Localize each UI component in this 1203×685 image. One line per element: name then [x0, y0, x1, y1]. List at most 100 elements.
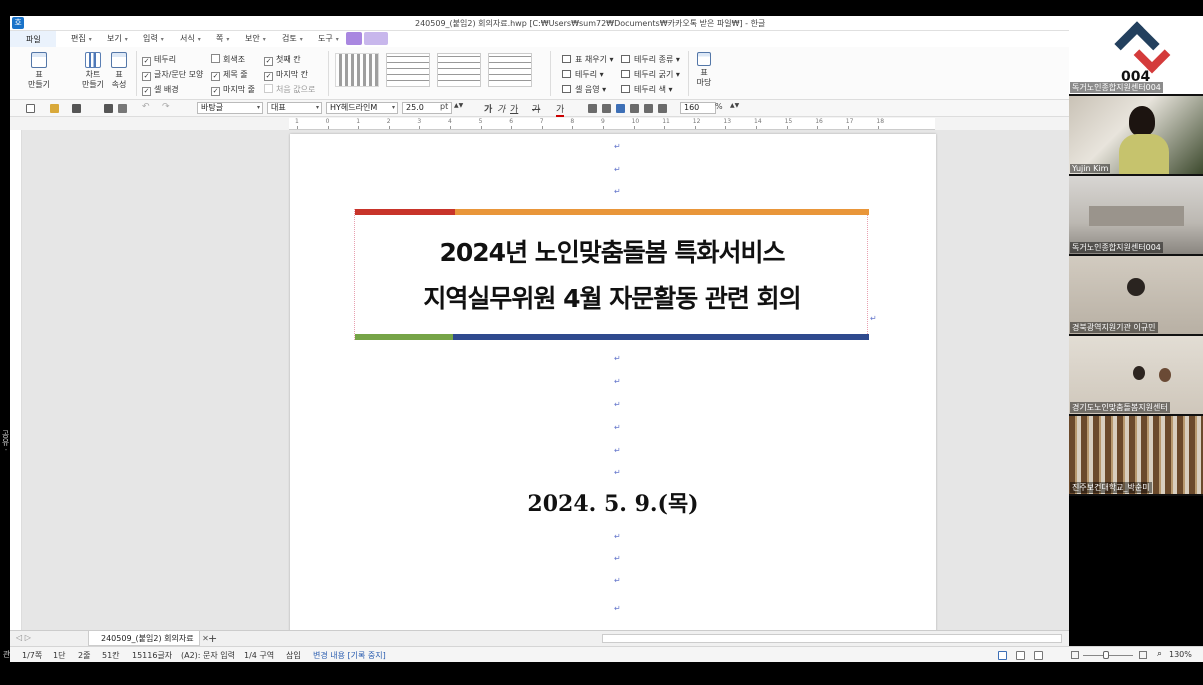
- horizontal-scrollbar[interactable]: [602, 634, 1062, 643]
- zoom-thumb[interactable]: [1103, 651, 1109, 659]
- table-style-grid-2[interactable]: [437, 53, 481, 87]
- table-style-grid-3[interactable]: [488, 53, 532, 87]
- underline-button[interactable]: 가: [510, 102, 518, 115]
- title-line-1[interactable]: 2024년 노인맞춤돌봄 특화서비스: [355, 233, 869, 269]
- border-weight-button[interactable]: 테두리 굵기 ▾: [621, 69, 680, 80]
- strike-button[interactable]: 가: [532, 102, 540, 115]
- video-tile[interactable]: 004 독거노인종합지원센터004: [1069, 16, 1203, 94]
- table-make-button[interactable]: 표 만들기: [24, 52, 54, 90]
- video-tile[interactable]: 진주보건대학교_박순미: [1069, 416, 1203, 494]
- view-normal-icon[interactable]: [998, 651, 1007, 660]
- table-fill-button[interactable]: 표 채우기 ▾: [562, 54, 614, 65]
- redo-icon[interactable]: ↷: [162, 102, 170, 112]
- table-style-grid-1[interactable]: [386, 53, 430, 87]
- menu-bar: 파일 편집 ▾ 보기 ▾ 입력 ▾ 서식 ▾ 쪽 ▾ 보안 ▾ 검토 ▾ 도구 ▾: [10, 31, 1069, 47]
- ruler-tick-label: 1: [356, 118, 361, 125]
- new-doc-icon[interactable]: [26, 104, 35, 113]
- cell-shade-button[interactable]: 셀 음영 ▾: [562, 84, 606, 95]
- align-center-icon[interactable]: [616, 104, 625, 113]
- status-track-changes[interactable]: 변경 내용 [기록 중지]: [313, 650, 386, 661]
- script-select[interactable]: 대표 ▾: [267, 102, 322, 114]
- italic-button[interactable]: 가: [497, 102, 505, 115]
- spacing-stepper[interactable]: ▲▼: [730, 102, 739, 109]
- hancom-app-icon[interactable]: 호: [12, 17, 24, 29]
- table-margin-button[interactable]: 표 마당: [693, 52, 715, 88]
- open-folder-icon[interactable]: [50, 104, 59, 113]
- menu-insert[interactable]: 입력 ▾: [143, 33, 164, 44]
- align-justify-icon[interactable]: [588, 104, 597, 113]
- line-spacing-input[interactable]: 160: [680, 102, 716, 114]
- chevron-down-icon: ▾: [88, 36, 92, 43]
- video-tile[interactable]: Yujin Kim: [1069, 96, 1203, 174]
- meeting-date[interactable]: 2024. 5. 9.(목): [290, 486, 936, 518]
- checkbox-icon: ✓: [211, 72, 220, 81]
- preview-icon[interactable]: [118, 104, 127, 113]
- paragraph-mark: ↵: [614, 576, 621, 585]
- print-icon[interactable]: [104, 104, 113, 113]
- table-style-plain[interactable]: [335, 53, 379, 87]
- check-first-col[interactable]: ✓ 첫째 칸: [264, 54, 301, 66]
- check-border[interactable]: ✓ 테두리: [142, 54, 176, 66]
- table-design-tab-icon[interactable]: [346, 32, 362, 45]
- style-select[interactable]: 바탕글 ▾: [197, 102, 263, 114]
- title-table[interactable]: 2024년 노인맞춤돌봄 특화서비스 지역실무위원 4월 자문활동 관련 회의: [354, 209, 869, 340]
- check-last-row[interactable]: ✓ 마지막 줄: [211, 84, 255, 96]
- menu-format[interactable]: 서식 ▾: [180, 33, 201, 44]
- menu-tools[interactable]: 도구 ▾: [318, 33, 339, 44]
- document-area[interactable]: ↵ ↵ ↵ 2024년 노인맞춤돌봄 특화서비스 지역실무위원 4월 자문활동 …: [22, 130, 1069, 630]
- menu-page[interactable]: 쪽 ▾: [216, 33, 229, 44]
- menu-edit[interactable]: 편집 ▾: [71, 33, 92, 44]
- chart-make-button[interactable]: 차트 만들기: [78, 52, 108, 90]
- checkbox-icon: ✓: [142, 87, 151, 96]
- ruler-tick-label: 8: [570, 118, 575, 125]
- align-distribute-icon[interactable]: [644, 104, 653, 113]
- video-tile[interactable]: 경북광역지원기관 이규민: [1069, 256, 1203, 334]
- fit-width-icon[interactable]: [1139, 651, 1147, 659]
- check-last-col[interactable]: ✓ 마지막 칸: [264, 69, 308, 81]
- status-mode[interactable]: 삽입: [286, 650, 301, 661]
- ribbon-divider: [328, 51, 329, 96]
- reset-default-button[interactable]: 처음 값으로: [264, 84, 315, 95]
- fit-page-icon[interactable]: [1071, 651, 1079, 659]
- document-page[interactable]: ↵ ↵ ↵ 2024년 노인맞춤돌봄 특화서비스 지역실무위원 4월 자문활동 …: [290, 134, 936, 630]
- view-web-icon[interactable]: [1034, 651, 1043, 660]
- check-grayscale[interactable]: 회색조: [211, 54, 245, 65]
- tab-nav-icon[interactable]: ◁ ▷: [16, 633, 31, 642]
- border-type-button[interactable]: 테두리 종류 ▾: [621, 54, 680, 65]
- check-cell-bg[interactable]: ✓ 셀 배경: [142, 84, 179, 96]
- check-title-row[interactable]: ✓ 제목 줄: [211, 69, 248, 81]
- menu-view[interactable]: 보기 ▾: [107, 33, 128, 44]
- tab-document[interactable]: 240509_(붙임2) 회의자료 ✕: [88, 631, 209, 646]
- font-color-button[interactable]: 가: [556, 102, 565, 117]
- border-color-button[interactable]: 테두리 색 ▾: [621, 84, 673, 95]
- menu-review[interactable]: 검토 ▾: [282, 33, 303, 44]
- bold-button[interactable]: 가: [484, 102, 492, 115]
- add-tab-button[interactable]: +: [208, 632, 217, 645]
- line-weight-icon: [621, 70, 630, 78]
- save-icon[interactable]: [72, 104, 81, 113]
- font-select[interactable]: HY헤드라인M ▾: [326, 102, 398, 114]
- status-page[interactable]: 1/7쪽: [22, 650, 42, 661]
- menu-file[interactable]: 파일: [10, 31, 56, 47]
- ruler-tick: [786, 126, 788, 129]
- check-char-para[interactable]: ✓ 글자/문단 모양: [142, 69, 203, 81]
- border-button[interactable]: 테두리 ▾: [562, 69, 604, 80]
- magnifier-icon[interactable]: ⌕: [1157, 649, 1162, 659]
- video-tile[interactable]: 경기도노인맞춤돌봄지원센터: [1069, 336, 1203, 414]
- size-stepper[interactable]: ▲▼: [454, 102, 463, 109]
- chevron-down-icon: ▾: [299, 36, 303, 43]
- align-right-icon[interactable]: [630, 104, 639, 113]
- align-split-icon[interactable]: [658, 104, 667, 113]
- video-tile[interactable]: 독거노인종합지원센터004: [1069, 176, 1203, 254]
- undo-icon[interactable]: ↶: [142, 102, 150, 112]
- table-layout-tab-icon[interactable]: [364, 32, 388, 45]
- paragraph-mark: ↵: [614, 142, 621, 151]
- align-left-icon[interactable]: [602, 104, 611, 113]
- menu-security[interactable]: 보안 ▾: [245, 33, 266, 44]
- table-props-button[interactable]: 표 속성: [108, 52, 130, 90]
- horizontal-ruler[interactable]: 1 0 1 2 3 4 5 6 7 8 9 10 11 12 13 14 15 16 17 18: [289, 118, 935, 130]
- view-page-icon[interactable]: [1016, 651, 1025, 660]
- title-line-2[interactable]: 지역실무위원 4월 자문활동 관련 회의: [355, 279, 869, 315]
- status-zoom[interactable]: 130%: [1169, 650, 1192, 659]
- ribbon-divider: [550, 51, 551, 96]
